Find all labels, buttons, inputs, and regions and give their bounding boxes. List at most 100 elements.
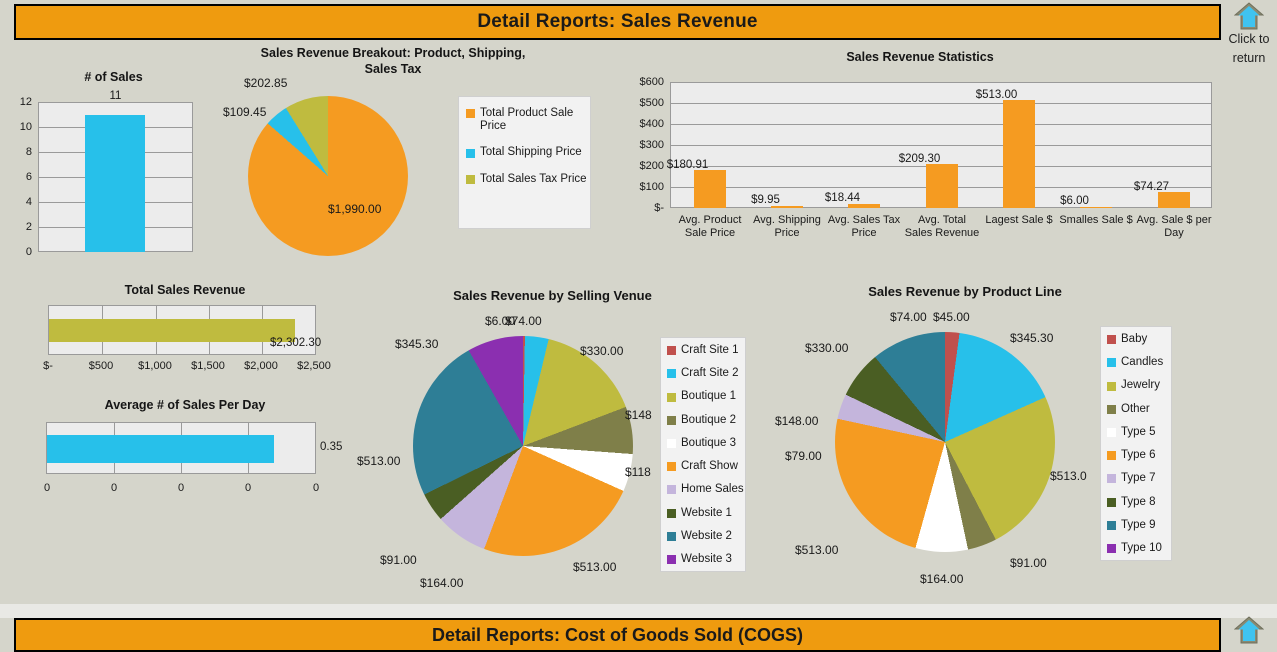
xtick: $1,000 bbox=[131, 360, 179, 373]
ytick: 6 bbox=[6, 171, 32, 183]
legend-label: Other bbox=[1121, 403, 1150, 416]
chart-title-revenue-breakout: Sales Revenue Breakout: Product, Shippin… bbox=[228, 46, 558, 62]
legend-item[interactable]: Type 7 bbox=[1107, 472, 1167, 485]
section-divider bbox=[0, 604, 1277, 618]
ytick: 8 bbox=[6, 146, 32, 158]
bar-avg-sale-per-day bbox=[1158, 192, 1190, 208]
ytick: $- bbox=[620, 202, 664, 214]
legend-swatch-icon bbox=[1107, 451, 1116, 460]
ytick: $400 bbox=[620, 118, 664, 130]
chart-title-num-of-sales: # of Sales bbox=[6, 70, 221, 86]
legend-label: Website 3 bbox=[681, 553, 732, 566]
pie-data-label: $118 bbox=[625, 465, 651, 479]
bar-data-label: $18.44 bbox=[804, 192, 881, 204]
legend-label: Total Sales Tax Price bbox=[480, 173, 587, 186]
legend-revenue-breakout: Total Product Sale Price Total Shipping … bbox=[458, 96, 591, 229]
chart-title-revenue-breakout-line2: Sales Tax bbox=[228, 62, 558, 78]
legend-item[interactable]: Type 6 bbox=[1107, 449, 1167, 462]
pie-data-label: $1,990.00 bbox=[328, 202, 381, 216]
arrow-up-icon bbox=[1234, 616, 1264, 644]
pie-revenue-by-venue bbox=[413, 336, 633, 556]
bar-avg-total-sales-revenue bbox=[926, 164, 958, 208]
ytick: $300 bbox=[620, 139, 664, 151]
legend-item[interactable]: Baby bbox=[1107, 333, 1167, 346]
legend-item[interactable]: Type 5 bbox=[1107, 426, 1167, 439]
legend-swatch-icon bbox=[1107, 428, 1116, 437]
bar-data-label: $209.30 bbox=[881, 153, 958, 165]
xtick: $500 bbox=[81, 360, 121, 373]
xtick: 0 bbox=[296, 482, 336, 495]
legend-swatch-icon bbox=[1107, 474, 1116, 483]
legend-swatch-icon bbox=[1107, 498, 1116, 507]
legend-swatch-icon bbox=[466, 149, 475, 158]
pie-slices-revenue-by-venue bbox=[413, 336, 633, 556]
pie-data-label: $148.00 bbox=[775, 414, 818, 428]
legend-item[interactable]: Boutique 2 bbox=[667, 414, 741, 427]
xtick: Avg. Total Sales Revenue bbox=[904, 214, 980, 239]
legend-item[interactable]: Other bbox=[1107, 403, 1167, 416]
pie-data-label: $345.30 bbox=[395, 337, 438, 351]
bar-num-of-sales bbox=[85, 115, 145, 253]
xtick: 0 bbox=[27, 482, 67, 495]
legend-revenue-by-venue: Craft Site 1 Craft Site 2 Boutique 1 Bou… bbox=[660, 337, 746, 572]
legend-item[interactable]: Boutique 1 bbox=[667, 390, 741, 403]
top-banner-title: Detail Reports: Sales Revenue bbox=[477, 11, 757, 33]
legend-item[interactable]: Total Shipping Price bbox=[466, 146, 584, 159]
xtick: Avg. Sales Tax Price bbox=[826, 214, 902, 239]
legend-label: Jewelry bbox=[1121, 379, 1160, 392]
top-banner-detail-reports-sales-revenue[interactable]: Detail Reports: Sales Revenue bbox=[14, 4, 1221, 40]
pie-data-label: $91.00 bbox=[1010, 556, 1047, 570]
legend-label: Website 2 bbox=[681, 530, 732, 543]
legend-label: Home Sales bbox=[681, 483, 744, 496]
ytick: 2 bbox=[6, 221, 32, 233]
legend-swatch-icon bbox=[667, 555, 676, 564]
legend-label: Boutique 3 bbox=[681, 437, 736, 450]
pie-data-label: $164.00 bbox=[920, 572, 963, 586]
legend-label: Website 1 bbox=[681, 507, 732, 520]
pie-data-label: $513.00 bbox=[573, 560, 616, 574]
bar-avg-shipping-price bbox=[771, 206, 803, 208]
legend-item[interactable]: Website 2 bbox=[667, 530, 741, 543]
xtick: 0 bbox=[94, 482, 134, 495]
xtick: $2,500 bbox=[290, 360, 338, 373]
pie-data-label: $513.00 bbox=[795, 543, 838, 557]
legend-item[interactable]: Type 9 bbox=[1107, 519, 1167, 532]
legend-label: Type 7 bbox=[1121, 472, 1156, 485]
legend-item[interactable]: Website 3 bbox=[667, 553, 741, 566]
legend-item[interactable]: Candles bbox=[1107, 356, 1167, 369]
xtick: $2,000 bbox=[237, 360, 285, 373]
pie-data-label: $74.00 bbox=[890, 310, 927, 324]
legend-swatch-icon bbox=[1107, 405, 1116, 414]
ytick: 10 bbox=[6, 121, 32, 133]
chart-title-revenue-by-product-line: Sales Revenue by Product Line bbox=[765, 284, 1165, 300]
legend-item[interactable]: Website 1 bbox=[667, 507, 741, 520]
legend-item[interactable]: Craft Site 2 bbox=[667, 367, 741, 380]
bar-data-label: $180.91 bbox=[649, 159, 726, 171]
chart-avg-sales-per-day: Average # of Sales Per Day 0.35 0 0 0 0 … bbox=[20, 398, 360, 513]
legend-label: Total Shipping Price bbox=[480, 146, 582, 159]
return-to-top-button-bottom[interactable] bbox=[1224, 616, 1274, 644]
pie-data-label: $164.00 bbox=[420, 576, 463, 590]
legend-item[interactable]: Craft Show bbox=[667, 460, 741, 473]
legend-swatch-icon bbox=[1107, 382, 1116, 391]
xtick: $- bbox=[28, 360, 68, 373]
legend-item[interactable]: Type 8 bbox=[1107, 496, 1167, 509]
legend-label: Craft Site 2 bbox=[681, 367, 739, 380]
legend-swatch-icon bbox=[667, 485, 676, 494]
legend-item[interactable]: Total Sales Tax Price bbox=[466, 173, 584, 186]
legend-item[interactable]: Total Product Sale Price bbox=[466, 107, 584, 133]
pie-data-label: $330.00 bbox=[580, 344, 623, 358]
legend-item[interactable]: Craft Site 1 bbox=[667, 344, 741, 357]
chart-revenue-by-product-line: Sales Revenue by Product Line $45.00 $34… bbox=[765, 284, 1175, 584]
legend-item[interactable]: Boutique 3 bbox=[667, 437, 741, 450]
return-to-top-button[interactable]: Click to return bbox=[1224, 2, 1274, 68]
chart-title-revenue-statistics: Sales Revenue Statistics bbox=[620, 50, 1220, 66]
legend-item[interactable]: Jewelry bbox=[1107, 379, 1167, 392]
legend-item[interactable]: Home Sales bbox=[667, 483, 741, 496]
legend-label: Type 6 bbox=[1121, 449, 1156, 462]
legend-item[interactable]: Type 10 bbox=[1107, 542, 1167, 555]
chart-revenue-by-venue: Sales Revenue by Selling Venue $6.00 $74… bbox=[375, 288, 750, 588]
pie-slices-revenue-by-product-line bbox=[835, 332, 1055, 552]
bottom-banner-detail-reports-cogs[interactable]: Detail Reports: Cost of Goods Sold (COGS… bbox=[14, 618, 1221, 652]
chart-revenue-breakout: Sales Revenue Breakout: Product, Shippin… bbox=[228, 46, 618, 281]
